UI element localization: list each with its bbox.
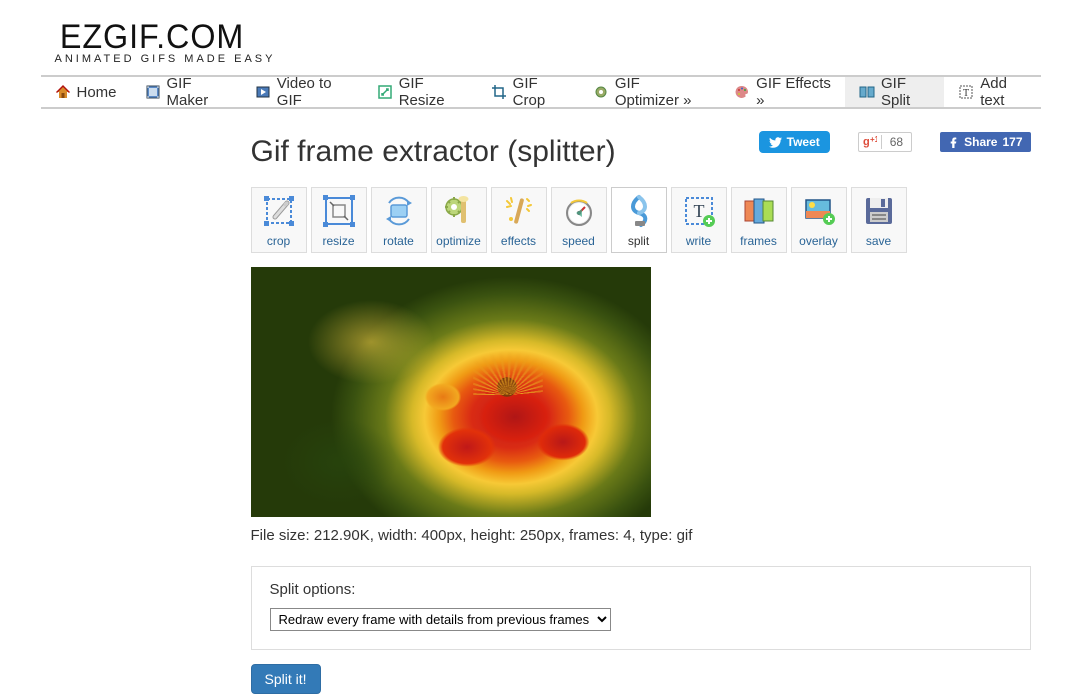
svg-text:g: g [863, 136, 870, 148]
tool-optimize[interactable]: optimize [431, 187, 487, 253]
video-icon [255, 84, 271, 100]
tool-write[interactable]: T write [671, 187, 727, 253]
optimize-tool-icon [441, 193, 477, 229]
resize-icon [377, 84, 393, 100]
tool-save[interactable]: save [851, 187, 907, 253]
tool-crop[interactable]: crop [251, 187, 307, 253]
tool-split[interactable]: split [611, 187, 667, 253]
panel-title: Split options: [270, 581, 1012, 598]
tool-speed[interactable]: speed [551, 187, 607, 253]
main-nav: Home GIF Maker Video to GIF GIF Resize G… [41, 75, 1041, 109]
fb-share-button[interactable]: Share 177 [940, 132, 1030, 152]
tool-rotate[interactable]: rotate [371, 187, 427, 253]
text-icon: T [958, 84, 974, 100]
tool-resize[interactable]: resize [311, 187, 367, 253]
nav-gif-crop[interactable]: GIF Crop [477, 77, 579, 107]
gplus-button[interactable]: g+1 68 [858, 132, 912, 152]
svg-text:T: T [693, 201, 704, 221]
tool-frames[interactable]: frames [731, 187, 787, 253]
film-icon [145, 84, 161, 100]
facebook-icon [948, 137, 959, 148]
effects-tool-icon [501, 193, 537, 229]
nav-gif-effects[interactable]: GIF Effects » [720, 77, 845, 107]
nav-add-text[interactable]: T Add text [944, 77, 1040, 107]
nav-gif-resize[interactable]: GIF Resize [363, 77, 477, 107]
frames-tool-icon [741, 193, 777, 229]
nav-gif-split[interactable]: GIF Split [845, 77, 944, 107]
svg-text:+1: +1 [870, 135, 877, 144]
speed-tool-icon [561, 193, 597, 229]
nav-gif-maker[interactable]: GIF Maker [131, 77, 241, 107]
split-options-panel: Split options: Redraw every frame with d… [251, 566, 1031, 650]
palette-icon [734, 84, 750, 100]
home-icon [55, 84, 71, 100]
gplus-icon: g+1 [859, 134, 881, 151]
gear-icon [593, 84, 609, 100]
preview-image [251, 267, 651, 517]
page-title: Gif frame extractor (splitter) [251, 135, 616, 169]
save-tool-icon [861, 193, 897, 229]
site-logo[interactable]: EZGIF.COM ANIMATED GIFS MADE EASY [55, 18, 1041, 65]
crop-tool-icon [261, 193, 297, 229]
split-options-select[interactable]: Redraw every frame with details from pre… [270, 608, 611, 631]
split-it-button[interactable]: Split it! [251, 664, 321, 694]
rotate-tool-icon [381, 193, 417, 229]
social-buttons: Tweet g+1 68 Share 177 [759, 131, 1031, 153]
file-meta: File size: 212.90K, width: 400px, height… [251, 527, 1031, 544]
nav-gif-optimizer[interactable]: GIF Optimizer » [579, 77, 720, 107]
tool-effects[interactable]: effects [491, 187, 547, 253]
nav-video-to-gif[interactable]: Video to GIF [241, 77, 363, 107]
tool-strip: crop resize rotate optimize effects spee… [251, 187, 1031, 253]
crop-icon [491, 84, 507, 100]
nav-home[interactable]: Home [41, 77, 131, 107]
write-tool-icon: T [681, 193, 717, 229]
overlay-tool-icon [801, 193, 837, 229]
twitter-icon [769, 137, 782, 148]
split-icon [859, 84, 875, 100]
split-tool-icon [621, 193, 657, 229]
resize-tool-icon [321, 193, 357, 229]
tweet-button[interactable]: Tweet [759, 131, 830, 153]
tool-overlay[interactable]: overlay [791, 187, 847, 253]
svg-text:T: T [963, 88, 969, 99]
